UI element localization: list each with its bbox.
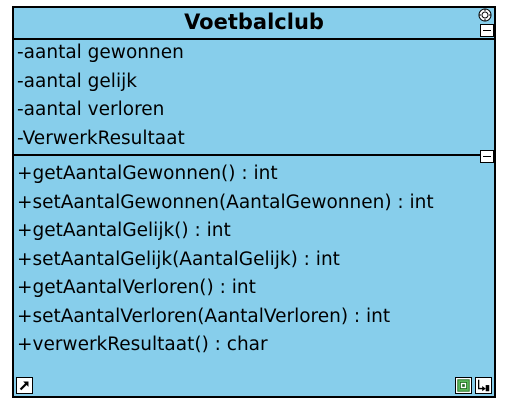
operations-compartment: +getAantalGewonnen() : int +setAantalGew… [14,156,494,366]
class-name-compartment: Voetbalclub [14,8,494,40]
operation-row: +setAantalVerloren(AantalVerloren) : int [17,305,391,327]
operation-row: +getAantalGelijk() : int [17,220,231,241]
element-icon[interactable] [455,377,472,394]
collapse-attributes-icon[interactable] [480,24,494,37]
attribute-row: -aantal verloren [17,99,165,120]
operation-row: +setAantalGelijk(AantalGelijk) : int [17,248,340,270]
attribute-row: -aantal gelijk [17,70,137,92]
operation-row: +verwerkResultaat() : char [17,334,268,355]
attribute-row: -aantal gewonnen [17,42,184,63]
uml-class-box[interactable]: Voetbalclub -aantal gewonnen -aantal gel… [12,6,496,398]
operation-row: +getAantalGewonnen() : int [17,163,278,184]
gear-icon[interactable] [478,8,492,22]
navigate-icon[interactable] [475,377,492,394]
arrow-link-icon[interactable] [16,377,33,394]
attributes-compartment: -aantal gewonnen -aantal gelijk -aantal … [14,38,494,163]
class-name: Voetbalclub [184,10,324,34]
operation-row: +setAantalGewonnen(AantalGewonnen) : int [17,191,434,213]
attribute-row: -VerwerkResultaat [17,127,185,149]
operation-row: +getAantalVerloren() : int [17,277,256,298]
